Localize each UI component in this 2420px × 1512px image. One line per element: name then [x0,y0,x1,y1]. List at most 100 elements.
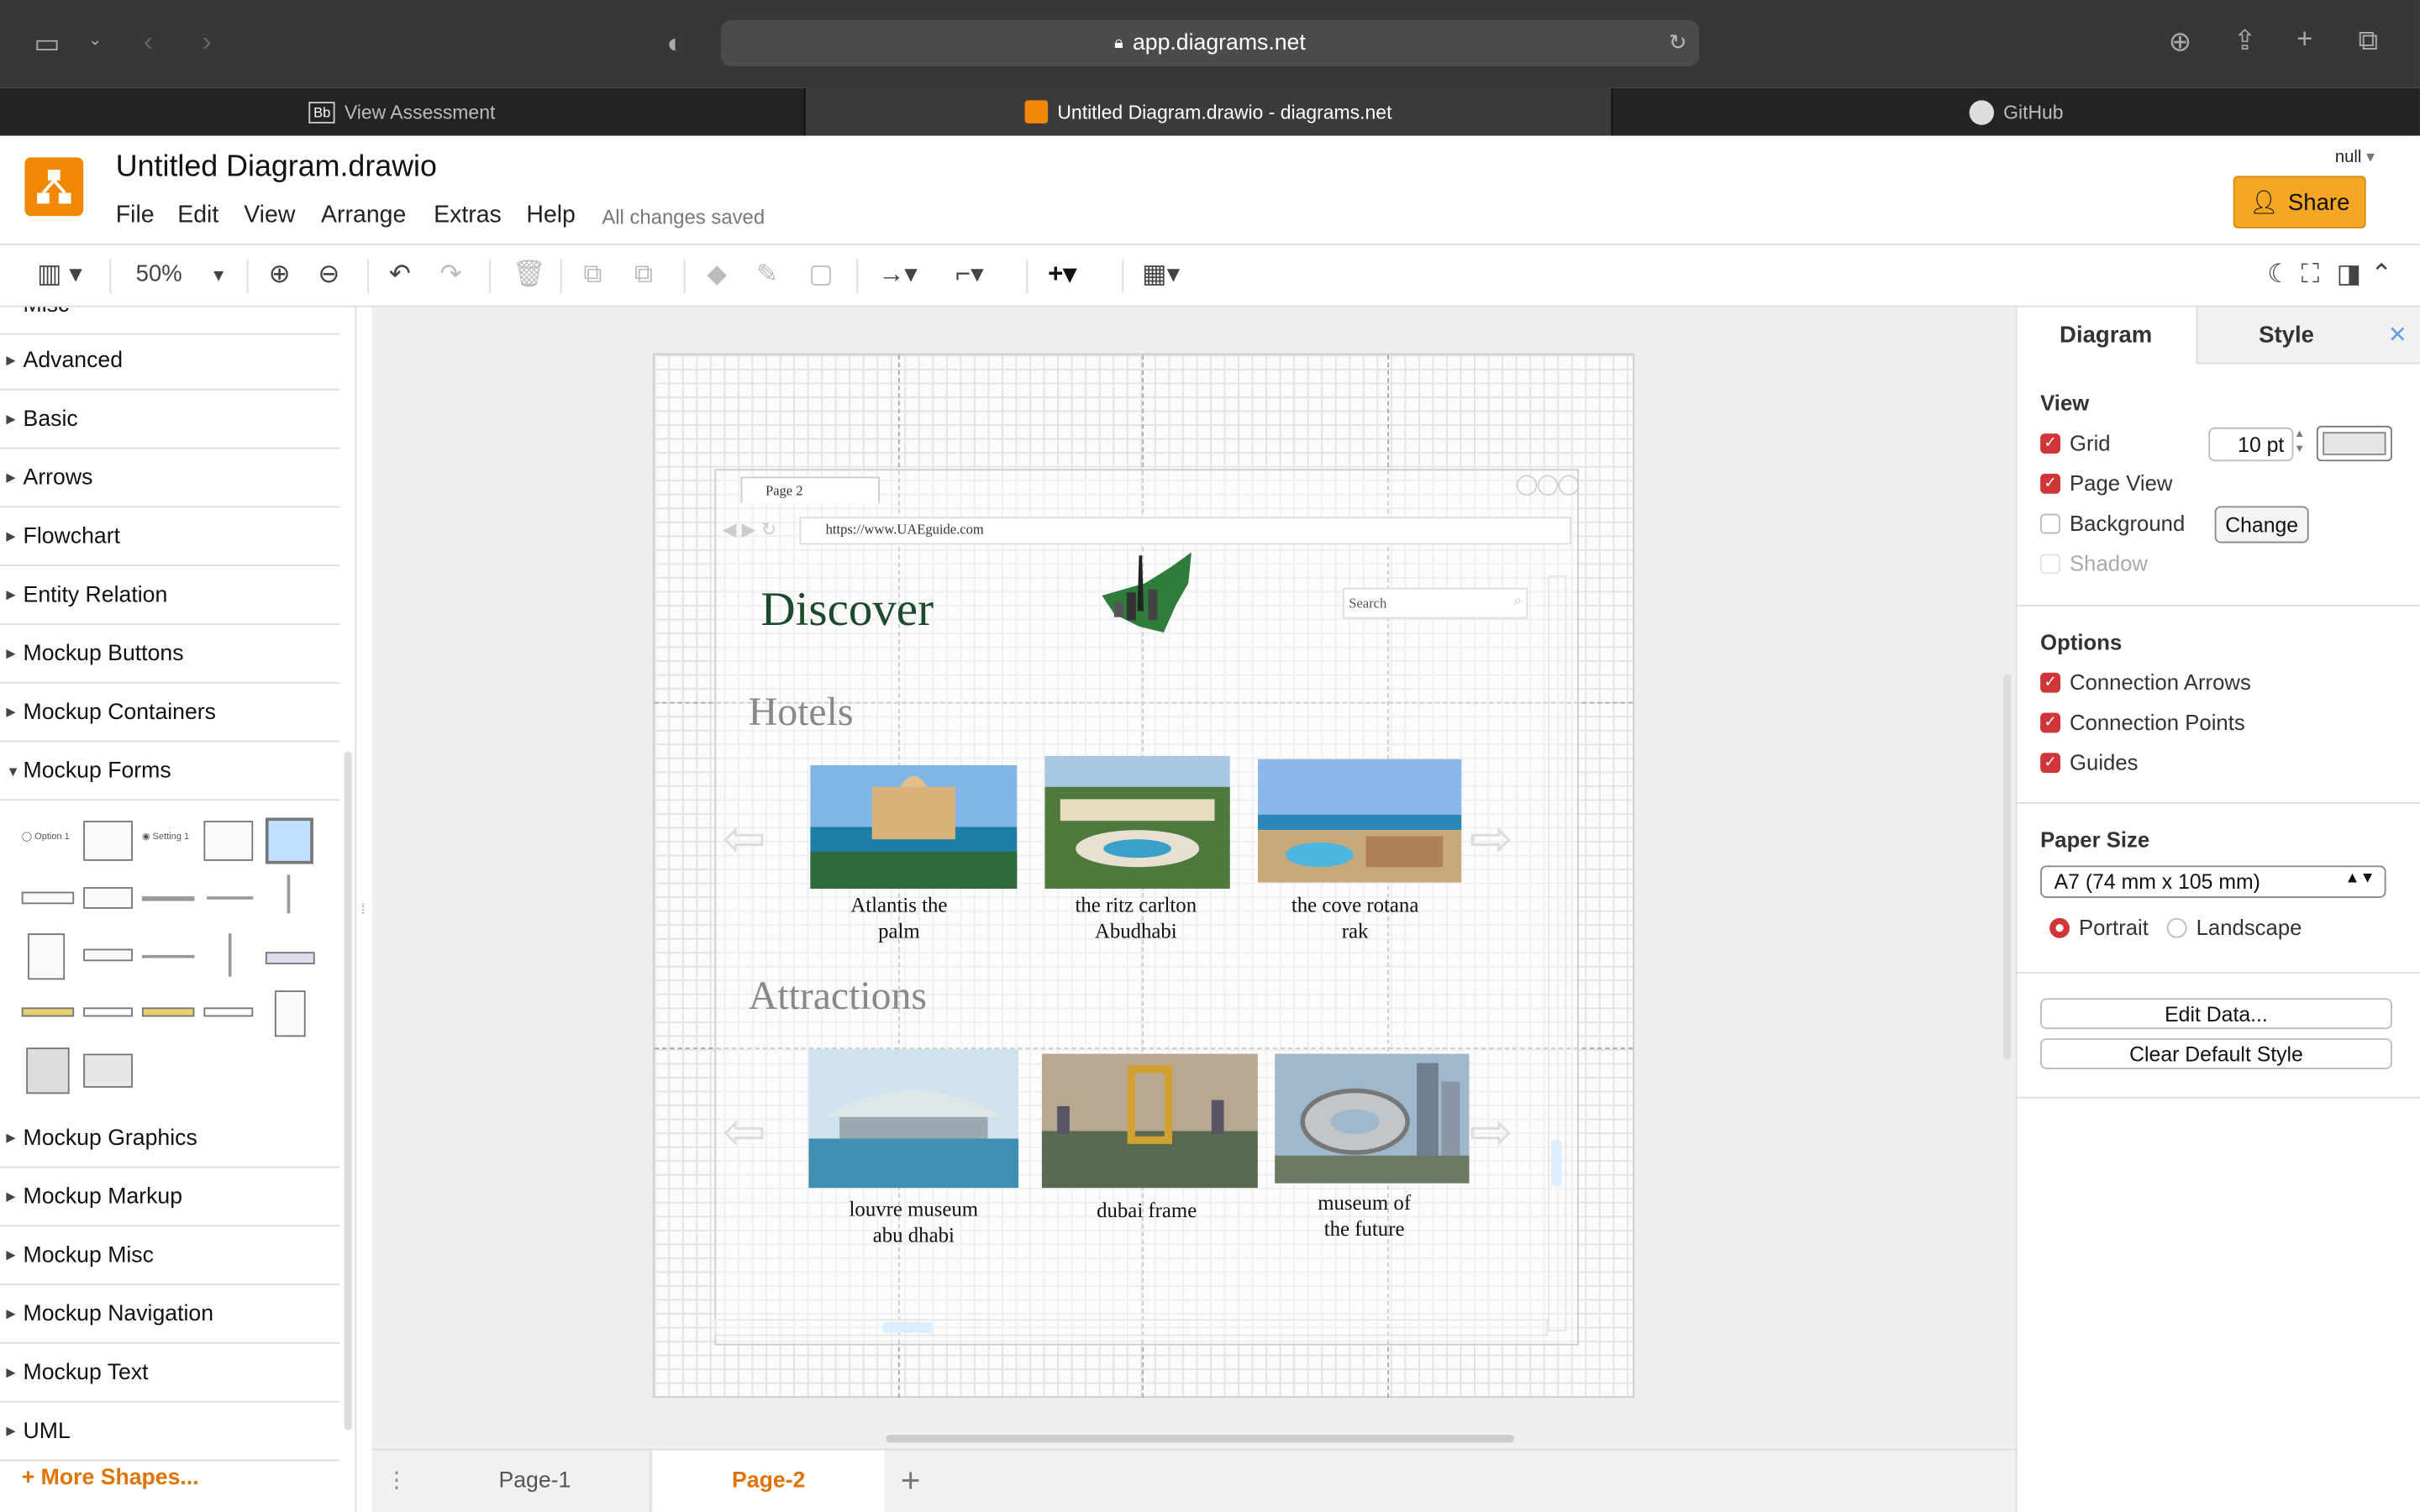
sidebar-category-basic[interactable]: ▶ Basic [0,391,340,449]
shape-menu[interactable] [265,952,315,964]
address-bar[interactable]: 🔒︎ app.diagrams.net ↻ [720,19,1700,66]
menu-view[interactable]: View [244,202,295,230]
menu-edit[interactable]: Edit [177,202,218,230]
canvas-vscroll[interactable] [2003,674,2012,1060]
tab-github[interactable]: GitHub [1612,88,2420,136]
tab-diagram[interactable]: Diagram [2018,307,2195,365]
page-tab-2[interactable]: Page-2 [652,1450,885,1512]
mockup-tab[interactable]: Page 2 [740,476,880,503]
sidebar-toggle-icon[interactable]: ▭ [34,29,60,57]
sidebar-category-mockup-markup[interactable]: ▶ Mockup Markup [0,1168,340,1227]
table-icon[interactable]: ▦▾ [1142,260,1180,291]
shape-spinner[interactable] [83,887,133,909]
chevron-down-icon[interactable]: ⌄ [88,32,103,50]
attractions-next-arrow-icon[interactable]: ⇨ [1470,1106,1513,1158]
mockup-search-field[interactable]: Search ⌕ [1342,587,1528,619]
document-title[interactable]: Untitled Diagram.drawio [116,150,437,185]
sidebar-category-uml[interactable]: ▶ UML [0,1403,340,1462]
connection-icon[interactable]: →▾ [878,260,918,291]
shape-bar-3[interactable] [141,1007,195,1017]
shape-form[interactable] [274,990,306,1037]
sidebar-category-entity-relation[interactable]: ▶ Entity Relation [0,566,340,625]
attractions-prev-arrow-icon[interactable]: ⇦ [723,1106,766,1158]
shape-bar-1[interactable] [21,1007,75,1017]
tab-diagrams[interactable]: Untitled Diagram.drawio - diagrams.net [805,87,1613,136]
fullscreen-icon[interactable]: ⛶ [2302,260,2320,291]
grid-checkbox[interactable]: ✓ Grid [2040,430,2111,455]
more-shapes-button[interactable]: + More Shapes... [22,1466,199,1490]
shape-setting-group[interactable] [203,821,254,861]
tab-style[interactable]: Style [2196,307,2375,365]
landscape-radio[interactable]: Landscape [2166,915,2302,940]
dark-mode-icon[interactable]: ☾ [2267,260,2291,291]
to-front-icon[interactable]: ⧉ [583,260,602,291]
sidebar-category-mockup-buttons[interactable]: ▶ Mockup Buttons [0,625,340,684]
shape-radio-group[interactable] [83,821,133,861]
user-menu[interactable]: null ▾ [2335,146,2375,166]
delete-icon[interactable]: 🗑︎ [513,260,546,291]
reload-icon[interactable]: ↻ [1669,29,1687,55]
download-icon[interactable]: ⊕ [2169,28,2192,55]
zoom-in-icon[interactable]: ⊕ [269,260,291,291]
connection-points-checkbox[interactable]: ✓ Connection Points [2040,710,2245,734]
zoom-out-icon[interactable]: ⊖ [318,260,339,291]
tab-overview-icon[interactable]: ⧉ [2358,26,2378,54]
mockup-vscroll[interactable] [1548,575,1567,1332]
share-button[interactable]: 👤︎ Share [2233,176,2366,228]
share-icon[interactable]: ⇪ [2233,26,2257,54]
shape-vrule[interactable] [228,933,232,977]
fill-color-icon[interactable]: ◆ [707,260,727,291]
shape-combo[interactable] [83,948,133,962]
shape-slider[interactable] [141,896,195,901]
sidebar-category-flowchart[interactable]: ▶ Flowchart [0,507,340,567]
guides-checkbox[interactable]: ✓ Guides [2040,750,2138,774]
shape-bar-4[interactable] [203,1007,254,1017]
sidebar-category-mockup-misc[interactable]: ▶ Mockup Misc [0,1226,340,1285]
menu-file[interactable]: File [116,202,155,230]
insert-icon[interactable]: +▾ [1048,260,1076,291]
grid-color-button[interactable] [2316,425,2392,462]
clear-default-style-button[interactable]: Clear Default Style [2040,1038,2392,1069]
menu-arrange[interactable]: Arrange [321,202,406,230]
format-panel-icon[interactable]: ◨ [2337,260,2362,291]
shape-radio-option[interactable]: ◯ Option 1 [22,832,74,853]
sidebar-category-advanced[interactable]: ▶ Advanced [0,332,340,391]
mockup-hscroll[interactable] [714,1319,1549,1336]
mockup-url-bar[interactable]: https://www.UAEguide.com [799,517,1571,545]
waypoints-icon[interactable]: ⌐▾ [955,260,984,291]
sidebar-category-mockup-text[interactable]: ▶ Mockup Text [0,1344,340,1403]
paper-size-select[interactable]: A7 (74 mm x 105 mm) ▲▼ [2040,865,2386,898]
menu-extras[interactable]: Extras [434,202,502,230]
zoom-select[interactable]: 50% ▼ [136,260,228,292]
mockup-hscroll-thumb[interactable] [882,1322,933,1333]
shape-list[interactable] [28,933,66,980]
grid-size-stepper[interactable]: ▲ ▼ [2291,428,2309,461]
hotels-next-arrow-icon[interactable]: ⇨ [1470,813,1513,865]
tab-view-assessment[interactable]: Bb View Assessment [0,87,806,136]
shape-selected-box[interactable] [265,817,313,864]
forward-icon[interactable]: › [203,28,212,55]
sidebar-category-mockup-forms[interactable]: ▼ Mockup Forms [0,742,340,801]
shape-textfield[interactable] [21,891,75,905]
sidebar-resize-handle[interactable]: ⁞ [361,901,366,916]
add-page-icon[interactable]: + [892,1450,929,1511]
shape-vslider[interactable] [287,874,291,914]
sidebar-category-arrows[interactable]: ▶ Arrows [0,449,340,508]
view-panels-icon[interactable]: ▥ ▾ [37,260,82,291]
sidebar-category-mockup-containers[interactable]: ▶ Mockup Containers [0,684,340,743]
sidebar-category-mockup-navigation[interactable]: ▶ Mockup Navigation [0,1285,340,1344]
shadow-icon[interactable]: ▢ [808,260,834,291]
edit-data-button[interactable]: Edit Data... [2040,998,2392,1030]
new-tab-icon[interactable]: + [2296,24,2312,52]
shape-calendar[interactable] [26,1047,70,1095]
page-view-checkbox[interactable]: ✓ Page View [2040,470,2172,496]
sidebar-category-misc[interactable]: Misc [0,307,340,335]
canvas-hscroll[interactable] [886,1435,1514,1443]
pages-menu-icon[interactable]: ⋮ [380,1450,413,1511]
shape-table[interactable] [83,1053,133,1088]
background-checkbox[interactable]: Background [2040,511,2185,535]
shape-bar-2[interactable] [83,1007,133,1017]
portrait-radio[interactable]: Portrait [2049,915,2149,940]
shape-slider-knob[interactable] [207,896,254,900]
mockup-vscroll-thumb[interactable] [1550,1140,1562,1187]
